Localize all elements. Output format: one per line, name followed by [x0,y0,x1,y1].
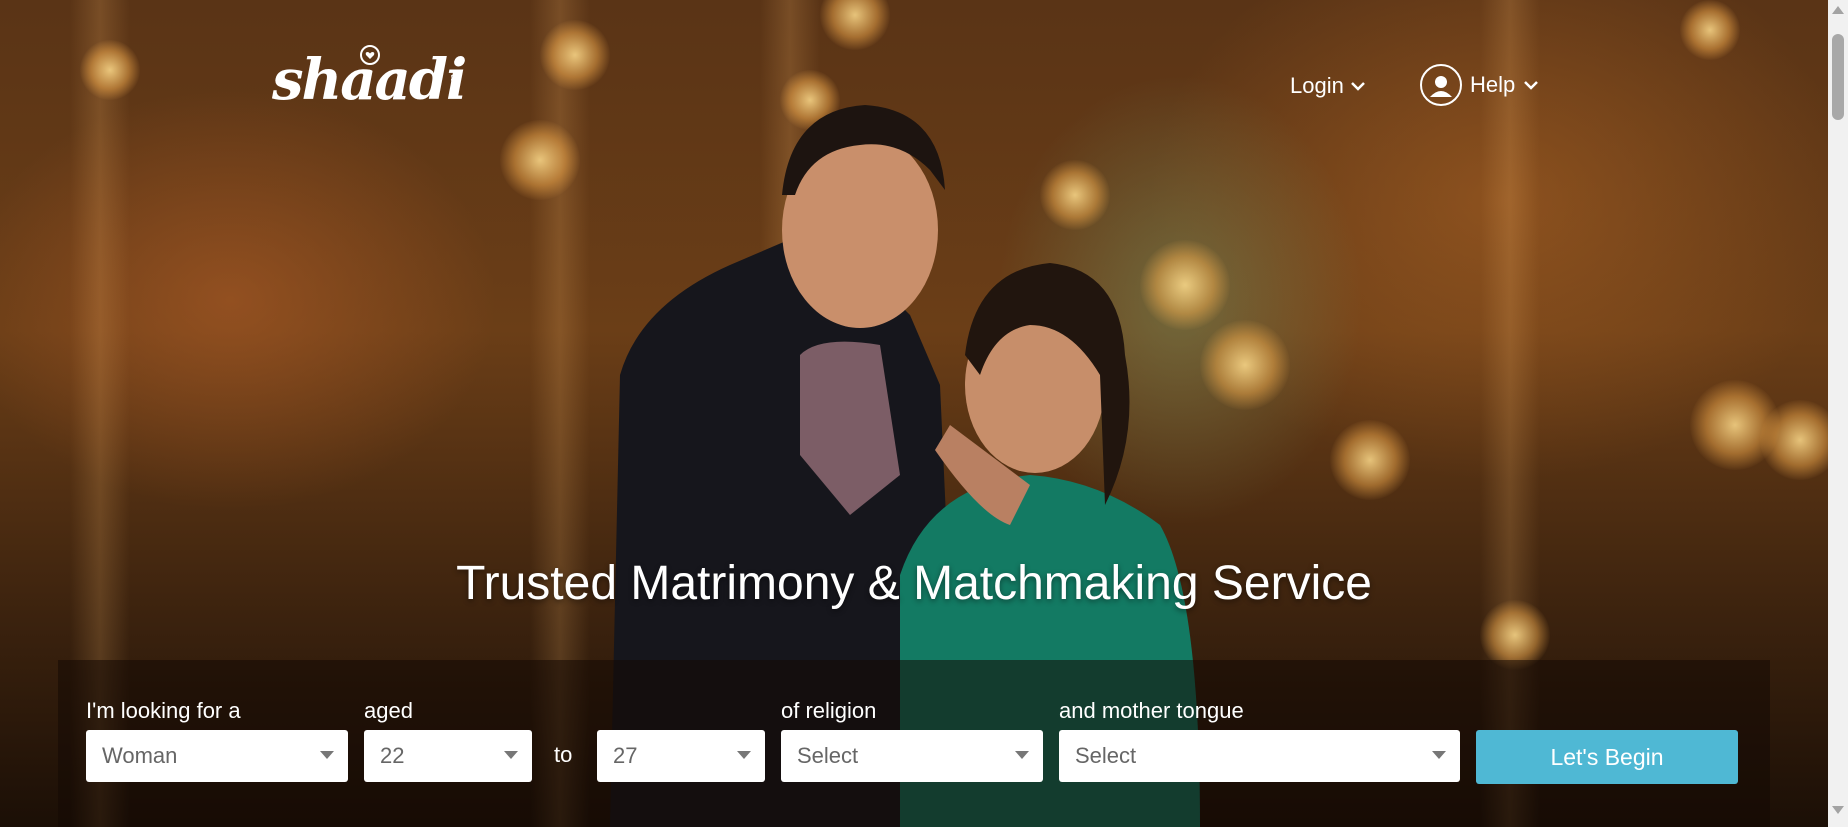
looking-for-value: Woman [102,743,178,768]
login-label: Login [1290,73,1344,98]
dropdown-caret-icon [320,751,334,759]
bokeh-light [1330,420,1410,500]
bokeh-light [1760,400,1828,480]
bokeh-light [80,40,140,100]
mother-tongue-label: and mother tongue [1059,698,1244,723]
religion-select[interactable]: Select [781,730,1043,782]
bokeh-light [820,0,890,50]
mother-tongue-select[interactable]: Select [1059,730,1460,782]
religion-value: Select [797,743,859,768]
scroll-arrow-icon[interactable] [1832,6,1844,14]
user-avatar-icon [1420,64,1462,106]
heart-icon [360,45,380,65]
hero-headline: Trusted Matrimony & Matchmaking Service [456,557,1372,610]
to-label: to [554,742,573,767]
dropdown-caret-icon [737,751,751,759]
aged-label: aged [364,698,413,723]
religion-label: of religion [781,698,877,723]
chevron-down-icon [1524,81,1539,90]
help-label: Help [1470,72,1516,97]
age-from-value: 22 [380,743,405,768]
dropdown-caret-icon [1432,751,1446,759]
bokeh-light [1680,0,1740,60]
shaadi-logo[interactable]: shaadi .com [272,44,467,114]
dropdown-caret-icon [1015,751,1029,759]
help-menu[interactable]: Help [1420,64,1539,106]
chevron-down-icon [1350,82,1365,91]
logo-suffix: .com [448,74,460,98]
dropdown-caret-icon [504,751,518,759]
mother-tongue-value: Select [1075,743,1137,768]
age-to-select[interactable]: 27 [597,730,765,782]
login-menu[interactable]: Login [1290,73,1366,99]
age-from-select[interactable]: 22 [364,730,532,782]
scroll-thumb[interactable] [1832,34,1844,120]
scroll-arrow-icon[interactable] [1832,806,1844,814]
looking-for-select[interactable]: Woman [86,730,348,782]
looking-for-label: I'm looking for a [86,698,241,723]
lets-begin-button[interactable]: Let's Begin [1476,730,1738,784]
page-scrollbar[interactable] [1828,0,1848,827]
bokeh-light [500,120,580,200]
age-to-value: 27 [613,743,638,768]
